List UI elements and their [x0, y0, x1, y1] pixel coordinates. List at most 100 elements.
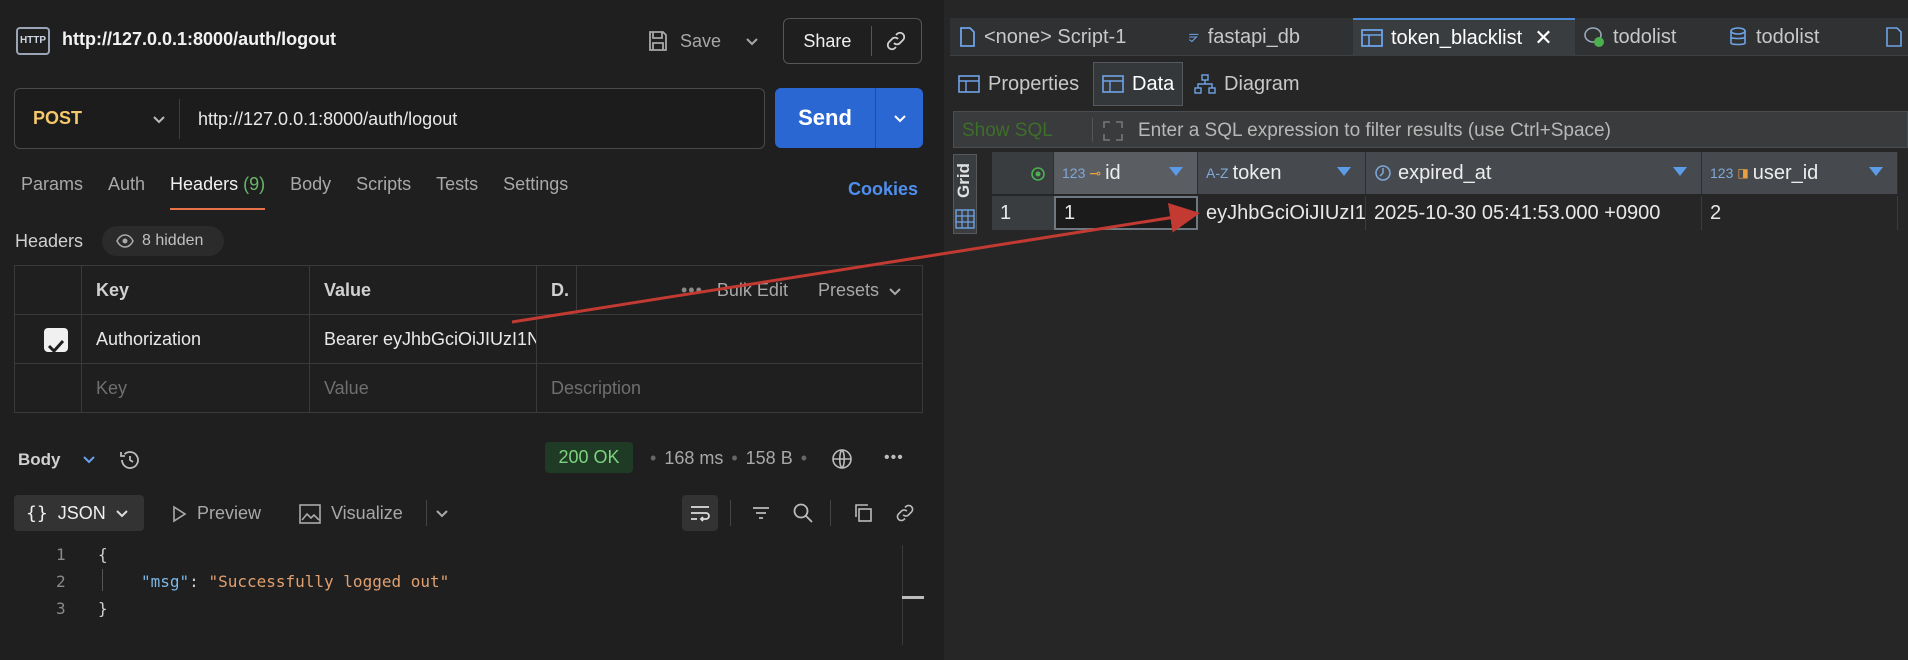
copy-icon[interactable] [852, 502, 874, 524]
divider [830, 500, 831, 526]
filter-input[interactable]: Enter a SQL expression to filter results… [1138, 120, 1611, 142]
key-icon: ⊸ [1089, 164, 1102, 181]
tab-settings[interactable]: Settings [503, 174, 568, 210]
column-header-id[interactable]: 123 ⊸ id [1054, 152, 1198, 194]
tab-script-1[interactable]: <none> Script-1 [950, 18, 1150, 56]
cell-token[interactable]: eyJhbGciOiJIUzI1 [1198, 196, 1366, 230]
more-options-icon[interactable]: ••• [884, 449, 904, 467]
expand-icon[interactable] [1102, 120, 1124, 142]
new-value-input[interactable]: Value [310, 364, 537, 413]
cell-expired-at[interactable]: 2025-10-30 05:41:53.000 +0900 [1366, 196, 1702, 230]
json-colon: : [189, 572, 209, 591]
sort-arrow-icon[interactable] [1673, 167, 1687, 176]
send-button[interactable]: Send [775, 105, 875, 131]
status-badge: 200 OK [545, 442, 633, 473]
column-name: id [1105, 161, 1121, 184]
header-enabled-checkbox[interactable] [44, 328, 68, 354]
cell-user-id[interactable]: 2 [1702, 196, 1898, 230]
tab-label: token_blacklist [1391, 26, 1523, 49]
url-input[interactable]: http://127.0.0.1:8000/auth/logout [198, 109, 457, 130]
search-icon[interactable] [792, 502, 814, 524]
save-button[interactable]: Save [646, 24, 761, 58]
history-icon[interactable] [118, 448, 142, 472]
sort-arrow-icon[interactable] [1169, 167, 1183, 176]
table-row: Authorization Bearer eyJhbGciOiJIUzI1NiI… [15, 315, 922, 364]
column-header-expired-at[interactable]: expired_at [1366, 152, 1702, 194]
url-bar: POST http://127.0.0.1:8000/auth/logout [14, 88, 765, 149]
hidden-count: 8 hidden [142, 232, 204, 249]
json-string-value: "Successfully logged out" [208, 572, 450, 591]
code-line: { [98, 545, 108, 564]
presets-button[interactable]: Presets [818, 266, 879, 315]
diagram-icon [1194, 74, 1216, 94]
header-description-cell[interactable] [537, 315, 922, 364]
row-number[interactable]: 1 [992, 196, 1054, 230]
new-description-input[interactable]: Description [537, 364, 922, 413]
separator-dot: • [800, 448, 808, 468]
send-button-group: Send [775, 88, 923, 148]
chevron-down-icon[interactable] [150, 110, 168, 128]
format-select[interactable]: {} JSON [14, 495, 144, 531]
header-value-cell[interactable]: Bearer eyJhbGciOiJIUzI1NiIs... [310, 315, 537, 364]
tab-todolist-database[interactable]: todolist [1720, 18, 1865, 56]
share-button[interactable]: Share [784, 31, 871, 52]
send-options-button[interactable] [876, 109, 923, 127]
wrap-lines-button[interactable] [682, 495, 718, 531]
json-key: "msg" [141, 572, 190, 591]
preview-label: Preview [197, 503, 262, 523]
header-key-cell[interactable]: Authorization [82, 315, 310, 364]
new-key-input[interactable]: Key [82, 364, 310, 413]
link-icon [887, 31, 906, 51]
close-icon[interactable]: ✕ [1534, 25, 1552, 51]
link-icon[interactable] [894, 502, 916, 524]
request-header: HTTP http://127.0.0.1:8000/auth/logout S… [0, 0, 944, 82]
chevron-down-icon[interactable] [743, 32, 761, 50]
sort-arrow-icon[interactable] [1869, 167, 1883, 176]
indent-guide [102, 569, 103, 591]
filter-bar: Show SQL Enter a SQL expression to filte… [953, 111, 1908, 148]
save-icon [649, 31, 667, 51]
tab-overflow[interactable] [1876, 18, 1908, 56]
cookies-link[interactable]: Cookies [848, 179, 918, 200]
show-sql-button[interactable]: Show SQL [962, 120, 1053, 142]
response-format-bar: {} JSON Preview Visualize [14, 495, 924, 533]
method-select[interactable]: POST [33, 108, 82, 129]
copy-link-button[interactable] [872, 29, 921, 53]
visualize-button[interactable]: Visualize [299, 503, 403, 524]
tab-tests[interactable]: Tests [436, 174, 478, 210]
scrollbar-track[interactable] [902, 545, 903, 645]
target-icon[interactable] [1030, 166, 1046, 182]
preview-button[interactable]: Preview [171, 503, 261, 524]
response-body-selector[interactable]: Body [18, 450, 97, 470]
editor-tabs: <none> Script-1 fastapi_db token_blackli… [950, 18, 1908, 56]
grid-view-toggle[interactable]: Grid [953, 154, 977, 234]
play-icon [173, 505, 187, 522]
cell-id[interactable]: 1 [1054, 196, 1198, 230]
tab-fastapi-db[interactable]: fastapi_db [1180, 18, 1300, 56]
subtab-data[interactable]: Data [1093, 62, 1183, 106]
tab-token-blacklist[interactable]: token_blacklist ✕ [1353, 18, 1575, 56]
subtab-properties[interactable]: Properties [950, 62, 1090, 106]
scrollbar-thumb[interactable] [902, 596, 924, 599]
tab-params[interactable]: Params [21, 174, 83, 210]
sort-arrow-icon[interactable] [1337, 167, 1351, 176]
subtab-diagram[interactable]: Diagram [1186, 62, 1316, 106]
tab-todolist-connection[interactable]: todolist [1575, 18, 1720, 56]
tab-auth[interactable]: Auth [108, 174, 145, 210]
column-header-description: D. [537, 266, 577, 315]
eye-icon [116, 234, 134, 248]
row-checkbox-cell [15, 315, 82, 364]
bulk-edit-button[interactable]: Bulk Edit [717, 266, 788, 315]
response-meta: • 168 ms • 158 B • [642, 448, 815, 469]
hidden-headers-toggle[interactable]: 8 hidden [102, 226, 224, 256]
tab-scripts[interactable]: Scripts [356, 174, 411, 210]
column-header-token[interactable]: A-Z token [1198, 152, 1366, 194]
tab-headers[interactable]: Headers (9) [170, 174, 266, 210]
chevron-down-icon[interactable] [434, 505, 450, 521]
tab-body[interactable]: Body [290, 174, 331, 210]
divider [1092, 118, 1093, 142]
filter-icon[interactable] [750, 502, 772, 524]
more-options-icon[interactable]: ••• [681, 266, 703, 315]
globe-icon[interactable] [830, 447, 854, 471]
column-header-user-id[interactable]: 123 ◨ user_id [1702, 152, 1898, 194]
